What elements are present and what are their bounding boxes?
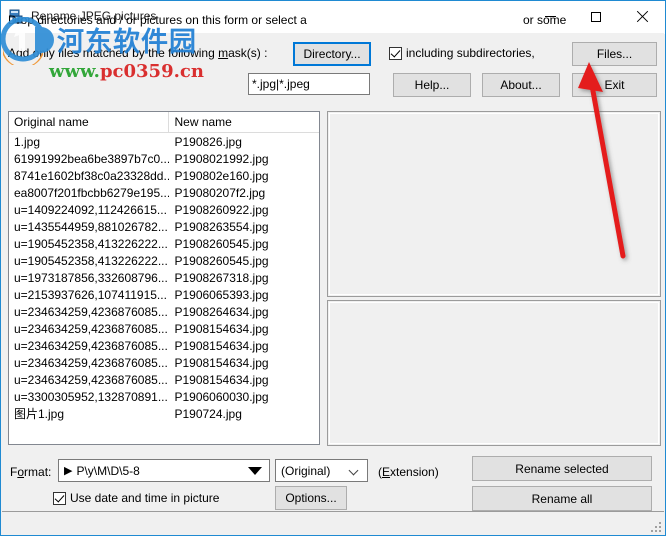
cell-original-name: u=3300305952,132870891... xyxy=(14,389,168,404)
table-row[interactable]: 8741e1602bf38c0a23328dd... P190802e160.jp… xyxy=(9,167,319,184)
close-button[interactable] xyxy=(619,1,665,32)
options-button[interactable]: Options... xyxy=(275,486,347,510)
exit-button[interactable]: Exit xyxy=(572,73,657,97)
cell-new-name: P1908260545.jpg xyxy=(174,253,269,268)
cell-original-name: 8741e1602bf38c0a23328dd... xyxy=(14,168,170,183)
table-row[interactable]: u=1409224092,112426615... P1908260922.jpg xyxy=(9,201,319,218)
table-row[interactable]: u=1905452358,413226222... P1908260545.jpg xyxy=(9,235,319,252)
about-button[interactable]: About... xyxy=(482,73,560,97)
cell-original-name: u=234634259,4236876085... xyxy=(14,372,168,387)
file-list[interactable]: Original name New name 1.jpg P190826.jpg 6… xyxy=(8,111,320,445)
preview-panel-bottom-inner xyxy=(329,302,659,444)
cell-new-name: P1908021992.jpg xyxy=(174,151,269,166)
cell-new-name: P1908154634.jpg xyxy=(174,321,269,336)
or-some-label: or some xyxy=(523,13,567,27)
cell-original-name: u=1973187856,332608796... xyxy=(14,270,168,285)
cell-new-name: P1908154634.jpg xyxy=(174,355,269,370)
cell-new-name: P190826.jpg xyxy=(174,134,242,149)
table-row[interactable]: u=1905452358,413226222... P1908260545.jpg xyxy=(9,252,319,269)
table-row[interactable]: u=1435544959,881026782... P1908263554.jpg xyxy=(9,218,319,235)
table-row[interactable]: ea8007f201fbcbb6279e195... P19080207f2.jp… xyxy=(9,184,319,201)
include-subdirectories-checkbox[interactable]: including subdirectories, xyxy=(389,46,535,60)
cell-new-name: P1908154634.jpg xyxy=(174,338,269,353)
use-date-label: Use date and time in picture xyxy=(70,491,220,505)
format-label: Format: xyxy=(10,465,52,479)
cell-original-name: u=1435544959,881026782... xyxy=(14,219,168,234)
file-list-body[interactable]: 1.jpg P190826.jpg 61991992bea6be3897b7c0..… xyxy=(9,133,319,444)
cell-original-name: u=2153937626,107411915... xyxy=(14,287,167,302)
table-row[interactable]: u=234634259,4236876085... P1908154634.jpg xyxy=(9,320,319,337)
cell-new-name: P1906065393.jpg xyxy=(174,287,269,302)
table-row[interactable]: 61991992bea6be3897b7c0... P1908021992.jpg xyxy=(9,150,319,167)
help-button[interactable]: Help... xyxy=(393,73,471,97)
rename-selected-button[interactable]: Rename selected xyxy=(472,456,652,481)
status-bar xyxy=(2,511,664,535)
cell-original-name: u=234634259,4236876085... xyxy=(14,355,168,370)
preview-panel-bottom xyxy=(327,300,661,446)
cell-new-name: P1908260545.jpg xyxy=(174,236,269,251)
file-list-header: Original name New name xyxy=(9,112,319,133)
extension-label: (Extension) xyxy=(378,465,439,479)
cell-original-name: ea8007f201fbcbb6279e195... xyxy=(14,185,170,200)
extension-combobox[interactable]: (Original) xyxy=(275,459,368,482)
cell-new-name: P1908263554.jpg xyxy=(174,219,269,234)
cell-new-name: P19080207f2.jpg xyxy=(174,185,266,200)
cell-original-name: u=234634259,4236876085... xyxy=(14,338,168,353)
resize-grip-icon[interactable] xyxy=(649,520,661,532)
table-row[interactable]: 1.jpg P190826.jpg xyxy=(9,133,319,150)
table-row[interactable]: u=2153937626,107411915... P1906065393.jpg xyxy=(9,286,319,303)
cell-original-name: 61991992bea6be3897b7c0... xyxy=(14,151,170,166)
table-row[interactable]: u=1973187856,332608796... P1908267318.jpg xyxy=(9,269,319,286)
cell-new-name: P190802e160.jpg xyxy=(174,168,269,183)
checkbox-box-icon xyxy=(53,491,66,505)
cell-new-name: P1906060030.jpg xyxy=(174,389,269,404)
rename-all-button[interactable]: Rename all xyxy=(472,486,652,511)
cell-original-name: u=1905452358,413226222... xyxy=(14,253,168,268)
table-row[interactable]: u=3300305952,132870891... P1906060030.jpg xyxy=(9,388,319,405)
chevron-down-icon xyxy=(248,466,262,475)
column-header-new-name[interactable]: New name xyxy=(169,112,319,132)
preview-panel-top xyxy=(327,111,661,297)
format-value: P\y\M\D\5-8 xyxy=(76,463,140,478)
cell-new-name: P1908264634.jpg xyxy=(174,304,269,319)
mask-input[interactable]: *.jpg|*.jpeg xyxy=(248,73,370,95)
table-row[interactable]: u=234634259,4236876085... P1908154634.jpg xyxy=(9,371,319,388)
app-window: Rename JPEG pictures Drop directories an… xyxy=(0,0,666,536)
cell-original-name: u=1905452358,413226222... xyxy=(14,236,168,251)
mask-instruction-label: Add only files matched by the following … xyxy=(8,46,268,60)
cell-new-name: P1908154634.jpg xyxy=(174,372,269,387)
include-subdirectories-label: including subdirectories, xyxy=(406,46,535,60)
use-date-checkbox[interactable]: Use date and time in picture xyxy=(53,491,219,505)
cell-new-name: P1908260922.jpg xyxy=(174,202,269,217)
chevron-down-icon xyxy=(350,466,359,475)
cell-original-name: u=234634259,4236876085... xyxy=(14,321,168,336)
table-row[interactable]: u=234634259,4236876085... P1908154634.jpg xyxy=(9,337,319,354)
directory-button[interactable]: Directory... xyxy=(293,42,371,66)
table-row[interactable]: 图片1.jpg P190724.jpg xyxy=(9,405,319,422)
preview-panel-top-inner xyxy=(329,113,659,295)
table-row[interactable]: u=234634259,4236876085... P1908154634.jpg xyxy=(9,354,319,371)
cell-original-name: 1.jpg xyxy=(14,134,41,149)
cell-original-name: 图片1.jpg xyxy=(14,407,65,421)
cell-new-name: P190724.jpg xyxy=(174,406,242,421)
cell-original-name: u=1409224092,112426615... xyxy=(14,202,167,217)
cell-new-name: P1908267318.jpg xyxy=(174,270,269,285)
drop-instruction-label: Drop directories and / or pictures on th… xyxy=(8,13,307,27)
cell-original-name: u=234634259,4236876085... xyxy=(14,304,168,319)
close-icon xyxy=(636,11,648,23)
maximize-icon xyxy=(591,11,601,22)
maximize-button[interactable] xyxy=(573,1,619,32)
table-row[interactable]: u=234634259,4236876085... P1908264634.jpg xyxy=(9,303,319,320)
checkbox-box-icon xyxy=(389,46,402,60)
column-header-original-name[interactable]: Original name xyxy=(9,112,170,132)
play-triangle-icon: ▶ xyxy=(64,465,73,477)
files-button[interactable]: Files... xyxy=(572,42,657,66)
format-combobox[interactable]: ▶ P\y\M\D\5-8 xyxy=(58,459,270,482)
extension-value: (Original) xyxy=(281,463,331,478)
